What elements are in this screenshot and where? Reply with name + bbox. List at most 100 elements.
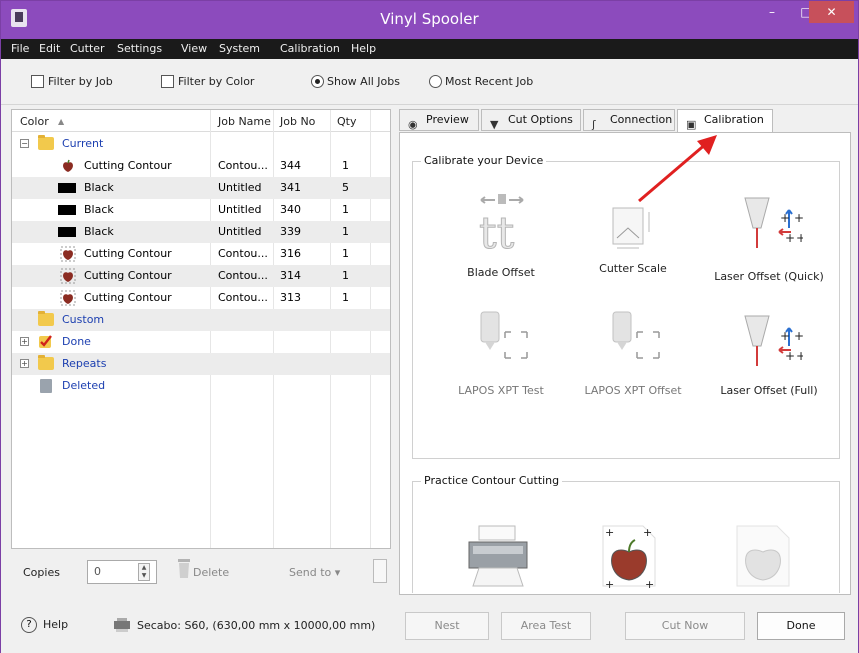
printer-icon[interactable]	[465, 524, 535, 588]
expand-icon[interactable]: +	[20, 359, 29, 368]
row-qty: 1	[342, 225, 349, 238]
row-job-no: 339	[280, 225, 301, 238]
trash-icon	[40, 379, 52, 393]
row-color: Cutting Contour	[84, 159, 172, 172]
cut-now-button[interactable]: Cut Now	[625, 612, 745, 640]
tab-preview[interactable]: ◉ Preview	[399, 109, 479, 131]
lapos-xpt-offset-tool[interactable]: LAPOS XPT Offset	[563, 310, 703, 410]
menu-file[interactable]: File	[11, 42, 29, 55]
collapse-icon[interactable]: −	[20, 139, 29, 148]
menu-system[interactable]: System	[219, 42, 260, 55]
help-icon[interactable]: ?	[21, 617, 37, 633]
menu-bar: File Edit Cutter Settings View System Ca…	[1, 39, 858, 59]
svg-text:+: +	[605, 526, 614, 539]
table-row[interactable]: Cutting Contour Contou... 344 1	[12, 155, 390, 177]
col-color[interactable]: Color	[20, 115, 49, 128]
group-repeats[interactable]: + Repeats	[12, 353, 390, 375]
area-test-button[interactable]: Area Test	[501, 612, 591, 640]
group-label: Custom	[62, 313, 105, 326]
table-row[interactable]: Cutting Contour Contou... 314 1	[12, 265, 390, 287]
show-all-jobs-radio[interactable]	[311, 75, 324, 88]
row-job-no: 314	[280, 269, 301, 282]
help-button[interactable]: Help	[43, 618, 68, 631]
tool-caption: Blade Offset	[467, 266, 535, 279]
folder-icon	[38, 355, 54, 370]
row-qty: 1	[342, 269, 349, 282]
folder-icon	[38, 311, 54, 326]
most-recent-job-radio[interactable]	[429, 75, 442, 88]
trash-icon	[178, 559, 190, 578]
menu-settings[interactable]: Settings	[117, 42, 162, 55]
status-bar: ? Help Secabo: S60, (630,00 mm x 10000,0…	[1, 597, 858, 653]
row-qty: 1	[342, 291, 349, 304]
tool-caption: Laser Offset (Full)	[720, 384, 818, 397]
apple-outline-icon[interactable]	[733, 522, 793, 590]
tab-connection[interactable]: ʃ Connection	[583, 109, 675, 131]
done-button[interactable]: Done	[757, 612, 845, 640]
group-title: Practice Contour Cutting	[421, 474, 563, 487]
cutting-contour-icon	[60, 268, 76, 284]
send-to-button[interactable]: Send to ▾	[289, 566, 340, 579]
most-recent-job-label: Most Recent Job	[445, 75, 534, 88]
menu-edit[interactable]: Edit	[39, 42, 60, 55]
blade-offset-tool[interactable]: tt Blade Offset	[431, 192, 571, 292]
group-label: Done	[62, 335, 91, 348]
menu-cutter[interactable]: Cutter	[70, 42, 105, 55]
tool-caption: Laser Offset (Quick)	[714, 270, 824, 283]
row-job-name: Contou...	[218, 247, 268, 260]
delete-button[interactable]: Delete	[193, 566, 229, 579]
nest-button[interactable]: Nest	[405, 612, 489, 640]
black-color-swatch	[58, 227, 76, 237]
table-row[interactable]: Black Untitled 339 1	[12, 221, 390, 243]
svg-text:+: +	[785, 349, 795, 363]
lapos-sensor-icon	[480, 311, 528, 359]
svg-text:+: +	[796, 231, 803, 245]
job-list-header: Color ▲ Job Name Job No Qty	[12, 110, 390, 132]
menu-help[interactable]: Help	[351, 42, 376, 55]
group-done[interactable]: + Done	[12, 331, 390, 353]
group-label: Deleted	[62, 379, 106, 392]
cutting-contour-icon	[63, 159, 73, 172]
laser-offset-full-tool[interactable]: + + + + Laser Offset (Full)	[699, 310, 839, 410]
row-job-name: Contou...	[218, 291, 268, 304]
col-job-name[interactable]: Job Name	[218, 115, 271, 128]
job-list[interactable]: Color ▲ Job Name Job No Qty − Current Cu…	[11, 109, 391, 549]
done-check-icon	[39, 335, 52, 348]
filter-by-job-checkbox[interactable]	[31, 75, 44, 88]
group-deleted[interactable]: Deleted	[12, 375, 390, 397]
tab-cut-options[interactable]: ▼ Cut Options	[481, 109, 581, 131]
menu-calibration[interactable]: Calibration	[280, 42, 340, 55]
table-row[interactable]: Black Untitled 341 5	[12, 177, 390, 199]
row-color: Black	[84, 203, 114, 216]
group-current[interactable]: − Current	[12, 133, 390, 155]
overflow-button[interactable]	[373, 559, 387, 583]
copies-stepper[interactable]: 0 ▲ ▼	[87, 560, 157, 584]
menu-view[interactable]: View	[181, 42, 207, 55]
filter-by-job-label: Filter by Job	[48, 75, 113, 88]
svg-text:+: +	[643, 526, 652, 539]
filter-by-color-checkbox[interactable]	[161, 75, 174, 88]
col-job-no[interactable]: Job No	[280, 115, 315, 128]
cutter-scale-tool[interactable]: Cutter Scale	[563, 192, 703, 292]
calibration-panel: Calibrate your Device tt Blade Offset Cu…	[399, 132, 851, 595]
group-custom[interactable]: Custom	[12, 309, 390, 331]
lapos-xpt-test-tool[interactable]: LAPOS XPT Test	[431, 310, 571, 410]
window-title: Vinyl Spooler	[380, 10, 479, 28]
tab-bar: ◉ Preview ▼ Cut Options ʃ Connection ▣ Calib…	[399, 109, 851, 133]
cutting-contour-icon	[60, 290, 76, 306]
annotation-arrow-icon	[638, 135, 717, 203]
cutter-info: Secabo: S60, (630,00 mm x 10000,00 mm)	[137, 619, 376, 632]
tab-calibration[interactable]: ▣ Calibration	[677, 109, 773, 133]
expand-icon[interactable]: +	[20, 337, 29, 346]
close-button[interactable]: ✕	[809, 1, 854, 23]
col-qty[interactable]: Qty	[337, 115, 356, 128]
apple-contour-icon[interactable]: + + + +	[599, 522, 659, 590]
table-row[interactable]: Cutting Contour Contou... 313 1	[12, 287, 390, 309]
laser-offset-quick-tool[interactable]: + + + + Laser Offset (Quick)	[699, 192, 839, 292]
stepper-arrows-icon[interactable]: ▲ ▼	[138, 563, 150, 581]
practice-contour-group: Practice Contour Cutting + + + +	[412, 474, 840, 593]
table-row[interactable]: Cutting Contour Contou... 316 1	[12, 243, 390, 265]
row-qty: 5	[342, 181, 349, 194]
table-row[interactable]: Black Untitled 340 1	[12, 199, 390, 221]
minimize-button[interactable]: –	[757, 1, 787, 23]
